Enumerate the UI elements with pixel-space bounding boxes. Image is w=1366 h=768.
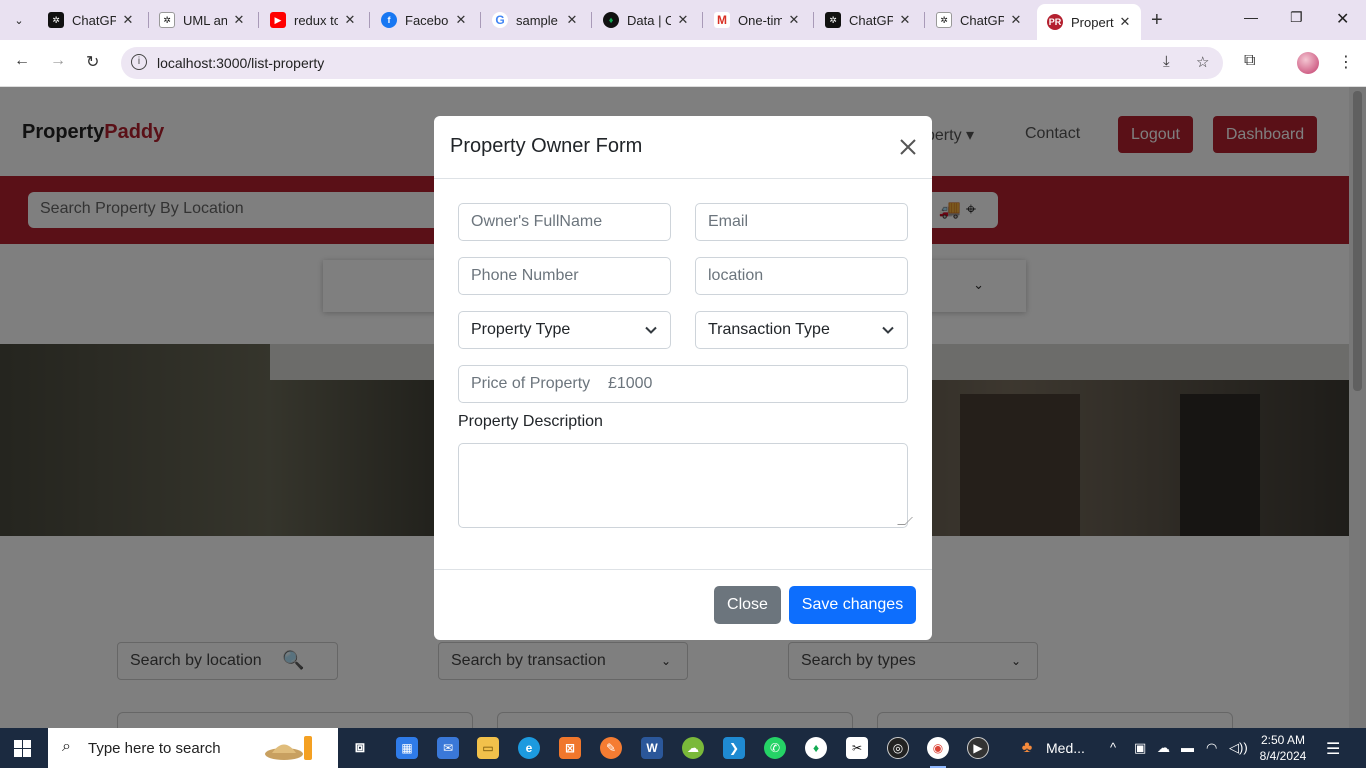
email-input[interactable]: Email bbox=[695, 203, 908, 241]
extensions-puzzle-icon[interactable]: ⧉ bbox=[1244, 52, 1255, 70]
kebab-menu-icon[interactable]: ⋮ bbox=[1338, 52, 1354, 72]
chatgpt-icon: ✲ bbox=[48, 12, 64, 28]
browser-tab-bar: ⌄ ✲ ChatGPT ✕ ✲ UML and ✕ ▶ redux to ✕ f… bbox=[0, 0, 1366, 40]
media-app-label[interactable]: Med... bbox=[1046, 740, 1085, 756]
close-button[interactable]: Close bbox=[714, 586, 781, 624]
volume-icon[interactable]: ◁)) bbox=[1229, 740, 1248, 756]
chatgpt-icon: ✲ bbox=[159, 12, 175, 28]
profile-avatar[interactable] bbox=[1297, 52, 1319, 74]
close-tab-icon[interactable]: ✕ bbox=[675, 12, 691, 28]
mongodb-icon: ♦ bbox=[603, 12, 619, 28]
close-tab-icon[interactable]: ✕ bbox=[786, 12, 802, 28]
microsoft-store-icon[interactable]: ▦ bbox=[396, 737, 418, 759]
obs-icon[interactable]: ◎ bbox=[887, 737, 909, 759]
tab-search-chevron-icon[interactable]: ⌄ bbox=[6, 8, 32, 32]
mail-icon[interactable]: ✉ bbox=[437, 737, 459, 759]
modal-footer: Close Save changes bbox=[434, 569, 932, 640]
close-tab-icon[interactable]: ✕ bbox=[231, 12, 247, 28]
close-tab-icon[interactable]: ✕ bbox=[342, 12, 358, 28]
xampp-icon[interactable]: ⊠ bbox=[559, 737, 581, 759]
chatgpt-icon: ✲ bbox=[825, 12, 841, 28]
install-app-icon[interactable]: ⤓ bbox=[1163, 53, 1170, 70]
browser-tab[interactable]: f Facebook ✕ bbox=[381, 6, 469, 34]
media-player-icon[interactable]: ▶ bbox=[967, 737, 989, 759]
chevron-down-icon bbox=[645, 326, 657, 334]
meet-now-icon[interactable]: ▣ bbox=[1134, 740, 1146, 756]
tray-chevron-icon[interactable]: ^ bbox=[1110, 740, 1116, 755]
search-highlight-icon[interactable] bbox=[264, 734, 314, 762]
propertypaddy-icon: PR bbox=[1047, 14, 1063, 30]
price-input[interactable]: Price of Property £1000 bbox=[458, 365, 908, 403]
browser-tab[interactable]: G sample ✕ bbox=[492, 6, 580, 34]
browser-tab[interactable]: ✲ ChatGPT ✕ bbox=[825, 6, 913, 34]
taskbar-clock[interactable]: 2:50 AM 8/4/2024 bbox=[1258, 732, 1308, 764]
facebook-icon: f bbox=[381, 12, 397, 28]
location-input[interactable]: location bbox=[695, 257, 908, 295]
browser-tab[interactable]: ✲ ChatGPT ✕ bbox=[936, 6, 1024, 34]
youtube-icon: ▶ bbox=[270, 12, 286, 28]
taskbar-search-box[interactable]: ⌕ Type here to search bbox=[48, 728, 338, 768]
cloud-app-icon[interactable]: ☁ bbox=[682, 737, 704, 759]
mongodb-compass-icon[interactable]: ♦ bbox=[805, 737, 827, 759]
chrome-icon[interactable]: ◉ bbox=[927, 737, 949, 759]
chatgpt-icon: ✲ bbox=[936, 12, 952, 28]
whatsapp-icon[interactable]: ✆ bbox=[764, 737, 786, 759]
onedrive-icon[interactable]: ☁ bbox=[1157, 740, 1170, 756]
url-text[interactable]: localhost:3000/list-property bbox=[157, 55, 324, 71]
file-explorer-icon[interactable]: ▭ bbox=[477, 737, 499, 759]
close-tab-icon[interactable]: ✕ bbox=[1117, 14, 1133, 30]
vscode-icon[interactable]: ❯ bbox=[723, 737, 745, 759]
google-icon: G bbox=[492, 12, 508, 28]
reload-icon[interactable]: ↻ bbox=[86, 52, 99, 72]
postman-icon[interactable]: ✎ bbox=[600, 737, 622, 759]
close-tab-icon[interactable]: ✕ bbox=[120, 12, 136, 28]
browser-tab-active[interactable]: PR Propert ✕ bbox=[1037, 4, 1141, 40]
media-app-icon[interactable]: ♣ bbox=[1016, 737, 1038, 759]
gmail-icon: M bbox=[714, 12, 730, 28]
battery-icon[interactable]: ▬ bbox=[1181, 740, 1194, 755]
notification-icon[interactable]: ☰ bbox=[1326, 739, 1340, 759]
browser-toolbar: ← → ↻ i localhost:3000/list-property ⤓ ☆… bbox=[0, 40, 1366, 87]
chevron-down-icon bbox=[882, 326, 894, 334]
close-tab-icon[interactable]: ✕ bbox=[1008, 12, 1024, 28]
close-icon[interactable] bbox=[896, 135, 920, 159]
wifi-icon[interactable]: ◠ bbox=[1206, 740, 1217, 756]
window-close-icon[interactable]: ✕ bbox=[1336, 9, 1349, 29]
property-owner-modal: Property Owner Form Owner's FullName Ema… bbox=[434, 116, 932, 640]
close-tab-icon[interactable]: ✕ bbox=[564, 12, 580, 28]
browser-tab[interactable]: ✲ ChatGPT ✕ bbox=[48, 6, 136, 34]
modal-title: Property Owner Form bbox=[450, 135, 643, 157]
browser-tab[interactable]: ✲ UML and ✕ bbox=[159, 6, 247, 34]
windows-start-icon[interactable] bbox=[14, 740, 31, 757]
edge-icon[interactable]: e bbox=[518, 737, 540, 759]
capcut-icon[interactable]: ✂ bbox=[846, 737, 868, 759]
description-label: Property Description bbox=[458, 413, 603, 430]
modal-header: Property Owner Form bbox=[434, 116, 932, 179]
word-icon[interactable]: W bbox=[641, 737, 663, 759]
close-tab-icon[interactable]: ✕ bbox=[453, 12, 469, 28]
windows-taskbar: ⌕ Type here to search ⧈ ▦ ✉ ▭ e ⊠ ✎ W ☁ … bbox=[0, 728, 1366, 768]
resize-handle-icon[interactable] bbox=[897, 517, 913, 525]
owner-fullname-input[interactable]: Owner's FullName bbox=[458, 203, 671, 241]
property-type-select[interactable]: Property Type bbox=[458, 311, 671, 349]
property-description-textarea[interactable] bbox=[458, 443, 913, 528]
browser-tab[interactable]: ▶ redux to ✕ bbox=[270, 6, 358, 34]
phone-number-input[interactable]: Phone Number bbox=[458, 257, 671, 295]
close-tab-icon[interactable]: ✕ bbox=[897, 12, 913, 28]
restore-icon[interactable]: ❐ bbox=[1290, 9, 1303, 26]
site-info-icon[interactable]: i bbox=[131, 54, 147, 70]
search-icon: ⌕ bbox=[62, 738, 71, 755]
new-tab-plus-icon[interactable]: + bbox=[1151, 9, 1163, 32]
transaction-type-select[interactable]: Transaction Type bbox=[695, 311, 908, 349]
browser-tab[interactable]: ♦ Data | C ✕ bbox=[603, 6, 691, 34]
back-arrow-icon[interactable]: ← bbox=[14, 52, 30, 70]
bookmark-star-icon[interactable]: ☆ bbox=[1196, 53, 1209, 71]
browser-tab[interactable]: M One-tim ✕ bbox=[714, 6, 802, 34]
forward-arrow-icon[interactable]: → bbox=[50, 52, 66, 70]
save-changes-button[interactable]: Save changes bbox=[789, 586, 916, 624]
minimize-icon[interactable]: — bbox=[1244, 9, 1258, 25]
address-bar[interactable]: i localhost:3000/list-property ⤓ ☆ bbox=[121, 47, 1223, 79]
task-view-icon[interactable]: ⧈ bbox=[349, 737, 371, 759]
